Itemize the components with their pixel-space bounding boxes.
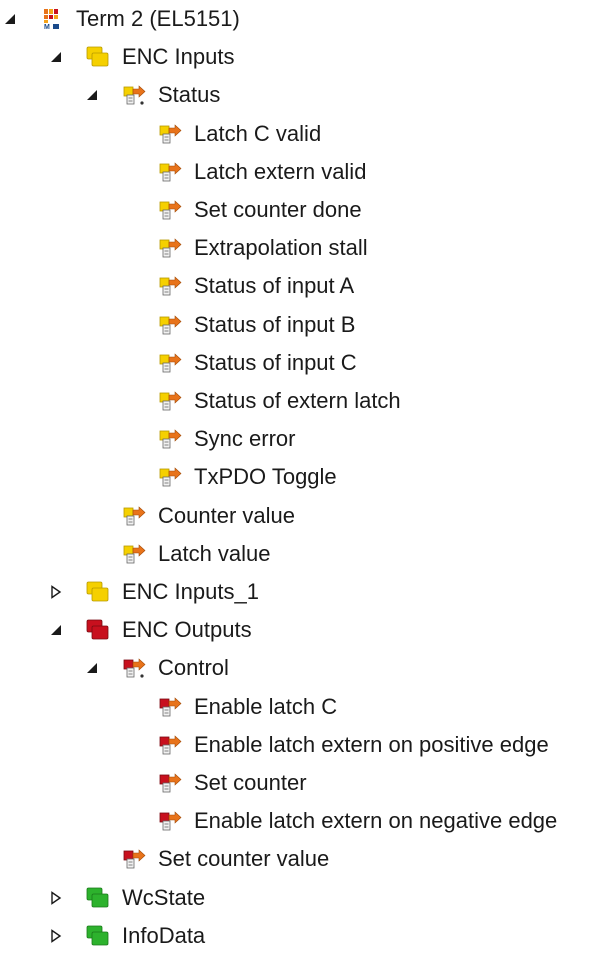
status-group-icon <box>86 887 110 909</box>
tree-node-label: Set counter done <box>194 197 362 222</box>
input-group-icon <box>86 46 110 68</box>
tree-node-label: WcState <box>122 884 206 910</box>
output-var-icon <box>122 848 146 870</box>
tree-node-label: Enable latch extern on negative edge <box>194 808 558 834</box>
tree-node-label: Enable latch C <box>194 693 338 719</box>
tree-node-label: Control <box>158 655 229 681</box>
tree-node[interactable]: Enable latch extern on negative edge <box>0 802 601 840</box>
tree-node-label: Latch C valid <box>194 120 322 146</box>
status-group-icon <box>86 925 110 947</box>
input-var-icon <box>158 390 182 412</box>
tree-node-label: Counter value <box>158 502 295 528</box>
tree-node-label: Enable latch extern on positive edge <box>194 731 549 757</box>
input-var-icon <box>158 237 182 259</box>
io-tree: M Term 2 (EL5151) ENC Inputs Status Latc… <box>0 0 601 951</box>
tree-node-label: Set counter value <box>158 846 330 872</box>
output-var-icon <box>158 734 182 756</box>
tree-node[interactable]: Latch value <box>0 535 601 573</box>
tree-node[interactable]: Extrapolation stall <box>0 229 601 267</box>
tree-node-label: Term 2 (EL5151) <box>76 6 240 31</box>
expand-toggle-icon[interactable] <box>48 928 64 944</box>
tree-node[interactable]: Latch extern valid <box>0 153 601 191</box>
tree-node-label: Status of input A <box>194 273 355 299</box>
tree-node-label: TxPDO Toggle <box>194 464 337 490</box>
tree-node[interactable]: Enable latch extern on positive edge <box>0 726 601 764</box>
tree-node[interactable]: TxPDO Toggle <box>0 458 601 496</box>
tree-node[interactable]: InfoData <box>0 917 601 955</box>
input-var-icon <box>158 161 182 183</box>
input-var-icon <box>158 466 182 488</box>
input-var-icon <box>158 199 182 221</box>
tree-node[interactable]: Status <box>0 76 601 114</box>
input-var-icon <box>122 505 146 527</box>
tree-node-label: Set counter <box>194 770 307 795</box>
output-var-struct-icon <box>122 657 146 679</box>
tree-node-label: Status of extern latch <box>194 388 401 413</box>
input-var-icon <box>158 352 182 374</box>
tree-node-label: Status of input C <box>194 349 357 375</box>
collapse-toggle-icon[interactable] <box>48 622 64 638</box>
input-var-struct-icon <box>122 84 146 106</box>
tree-node[interactable]: Set counter done <box>0 191 601 229</box>
tree-node-label: ENC Outputs <box>122 617 252 643</box>
tree-node[interactable]: Control <box>0 649 601 687</box>
output-var-icon <box>158 696 182 718</box>
tree-node-label: Latch extern valid <box>194 158 367 184</box>
collapse-toggle-icon[interactable] <box>84 660 100 676</box>
output-var-icon <box>158 810 182 832</box>
tree-node-label: Latch value <box>158 540 271 566</box>
tree-node[interactable]: Counter value <box>0 497 601 535</box>
tree-node[interactable]: Enable latch C <box>0 688 601 726</box>
tree-node[interactable]: Status of input A <box>0 267 601 305</box>
tree-node[interactable]: ENC Outputs <box>0 611 601 649</box>
expand-toggle-icon[interactable] <box>48 890 64 906</box>
input-var-icon <box>158 428 182 450</box>
collapse-toggle-icon[interactable] <box>2 11 18 27</box>
input-var-icon <box>158 275 182 297</box>
tree-node[interactable]: Sync error <box>0 420 601 458</box>
tree-node[interactable]: Set counter <box>0 764 601 802</box>
input-var-icon <box>122 543 146 565</box>
collapse-toggle-icon[interactable] <box>84 87 100 103</box>
tree-node-label: ENC Inputs <box>122 44 235 70</box>
svg-text:M: M <box>44 24 50 30</box>
input-var-icon <box>158 314 182 336</box>
input-var-icon <box>158 123 182 145</box>
tree-node[interactable]: M Term 2 (EL5151) <box>0 0 601 38</box>
tree-node-label: Extrapolation stall <box>194 235 368 261</box>
tree-node[interactable]: Status of input C <box>0 344 601 382</box>
tree-node[interactable]: Status of extern latch <box>0 382 601 420</box>
collapse-toggle-icon[interactable] <box>48 49 64 65</box>
expand-toggle-icon[interactable] <box>48 584 64 600</box>
tree-node-label: InfoData <box>122 922 206 948</box>
tree-node[interactable]: Latch C valid <box>0 115 601 153</box>
input-group-icon <box>86 581 110 603</box>
tree-node[interactable]: WcState <box>0 879 601 917</box>
tree-node-label: Sync error <box>194 426 296 452</box>
output-group-icon <box>86 619 110 641</box>
tree-node[interactable]: Status of input B <box>0 306 601 344</box>
tree-node-label: Status of input B <box>194 311 356 337</box>
tree-node-label: Status <box>158 82 221 108</box>
tree-node[interactable]: ENC Inputs <box>0 38 601 76</box>
tree-node[interactable]: Set counter value <box>0 840 601 878</box>
tree-node-label: ENC Inputs_1 <box>122 579 259 604</box>
tree-node[interactable]: ENC Inputs_1 <box>0 573 601 611</box>
terminal-icon: M <box>40 8 64 30</box>
output-var-icon <box>158 772 182 794</box>
